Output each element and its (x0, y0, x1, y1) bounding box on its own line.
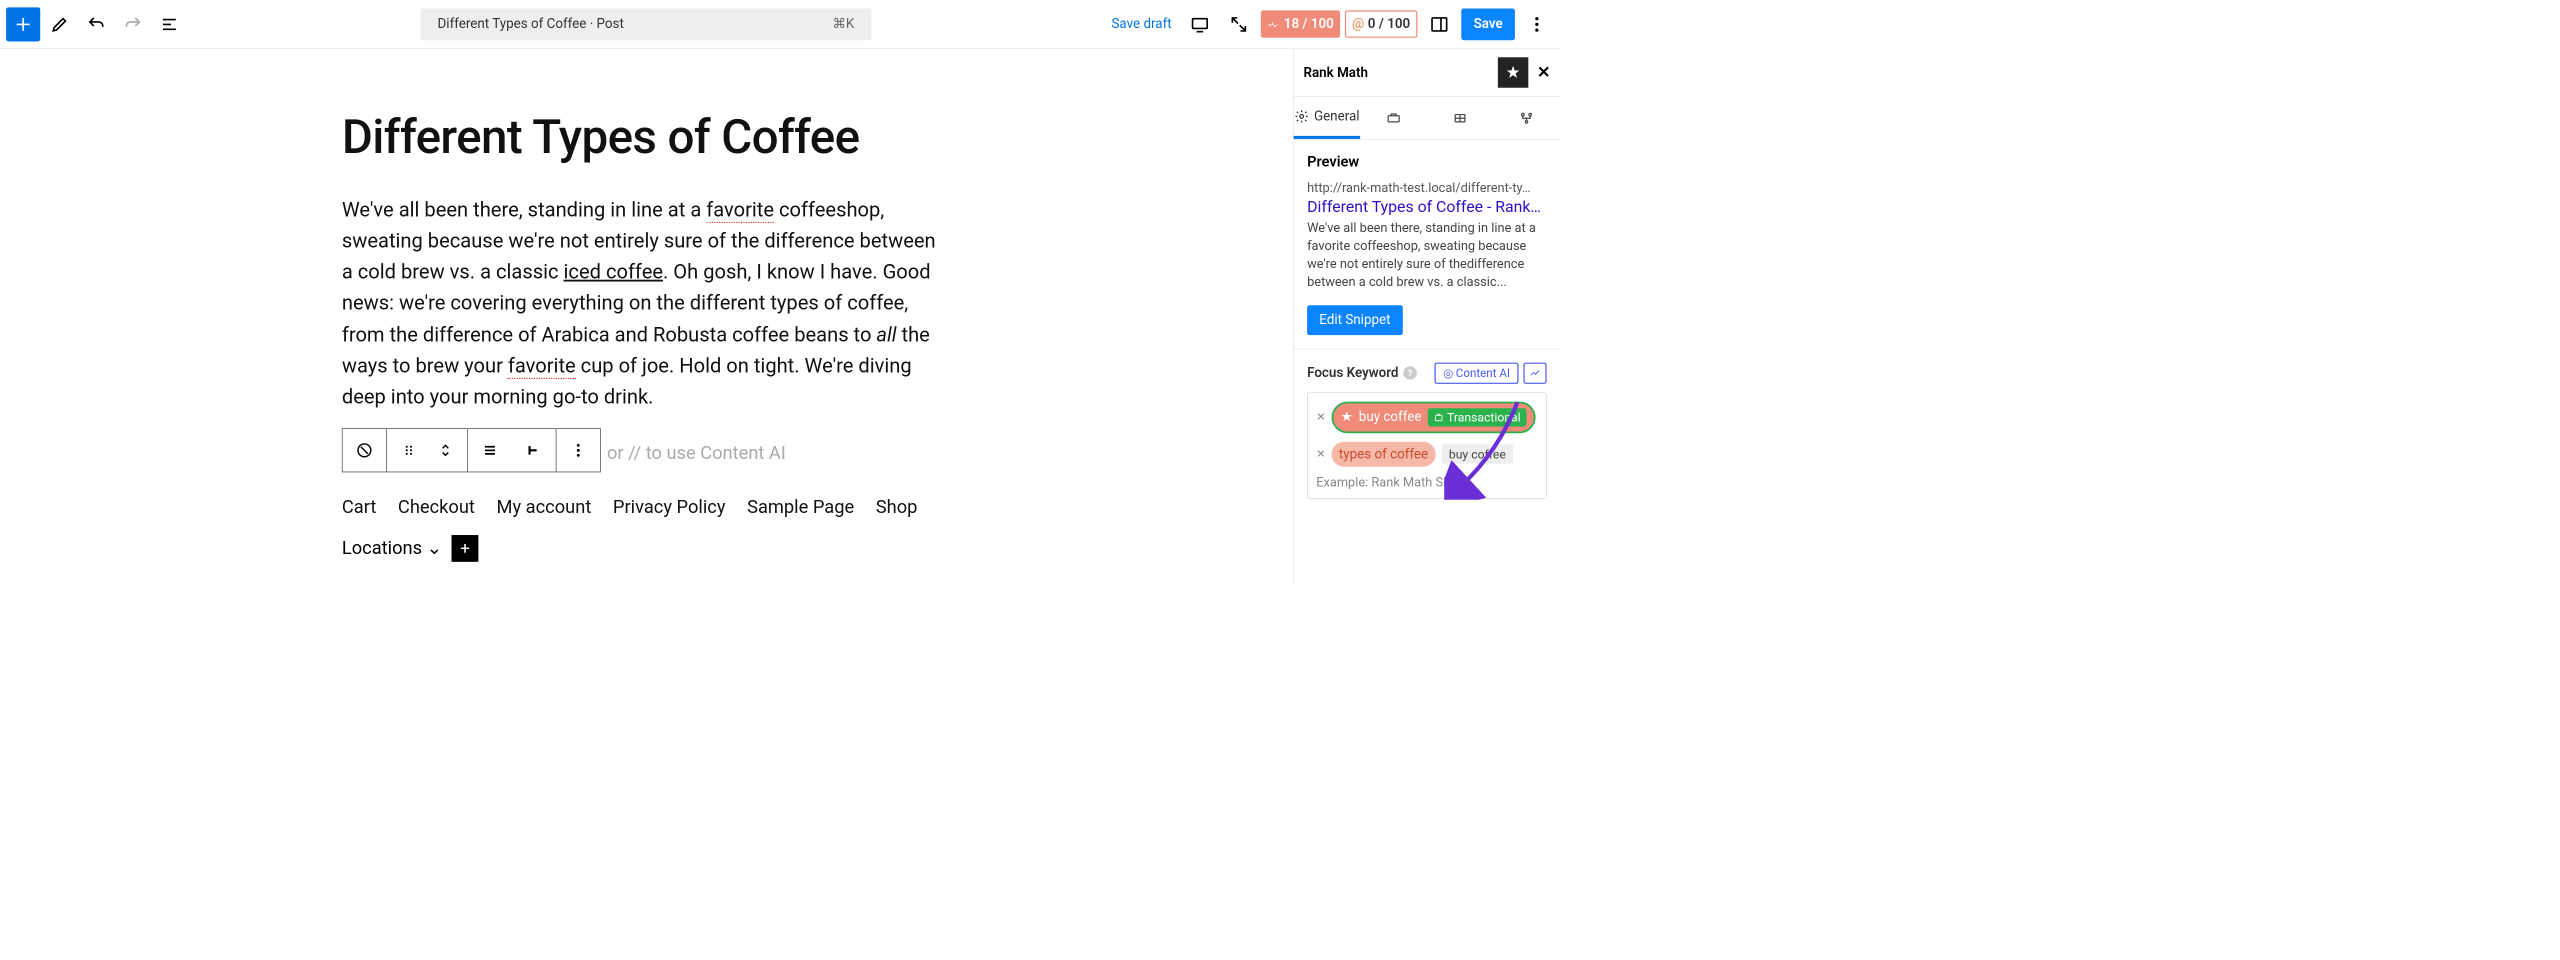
rank-math-sidebar: Rank Math ✕ General Preview http://rank-… (1293, 49, 1560, 585)
add-block-button[interactable] (6, 7, 40, 41)
help-icon[interactable]: ? (1403, 366, 1416, 379)
sidebar-header: Rank Math ✕ (1294, 49, 1560, 97)
link-text[interactable]: iced coffee (564, 260, 663, 284)
document-overview-button[interactable] (152, 7, 186, 41)
tab-general[interactable]: General (1294, 97, 1361, 139)
content-ai-score-badge[interactable]: @ 0 / 100 (1345, 10, 1418, 37)
page-link[interactable]: Privacy Policy (613, 497, 726, 518)
block-toolbar (342, 428, 601, 472)
document-title: Different Types of Coffee · Post (438, 16, 624, 31)
keyword-placeholder: Example: Rank Math SEO (1316, 475, 1537, 490)
preview-section: Preview http://rank-math-test.local/diff… (1294, 140, 1560, 349)
toolbar-left (6, 7, 186, 41)
locations-label[interactable]: Locations ⌄ (342, 538, 442, 559)
block-more-button[interactable] (556, 429, 600, 472)
page-link[interactable]: Cart (342, 497, 376, 518)
star-icon[interactable] (1498, 57, 1528, 87)
add-item-button[interactable]: + (452, 535, 479, 562)
remove-keyword-icon[interactable]: ✕ (1316, 411, 1325, 424)
post-paragraph[interactable]: We've all been there, standing in line a… (342, 194, 951, 412)
keyword-row: ✕ types of coffee buy coffee (1316, 442, 1537, 467)
preview-title: Preview (1307, 153, 1546, 170)
save-draft-button[interactable]: Save draft (1105, 16, 1177, 31)
redo-button[interactable] (116, 7, 150, 41)
spellcheck-word: favorite (706, 198, 774, 223)
star-icon: ★ (1341, 410, 1353, 425)
drag-handle[interactable] (387, 429, 424, 472)
view-button[interactable] (1183, 7, 1217, 41)
tab-social[interactable] (1493, 97, 1560, 139)
toolbar-center: Different Types of Coffee · Post ⌘K (186, 8, 1105, 40)
tab-general-label: General (1314, 109, 1360, 124)
seo-score-badge[interactable]: 18 / 100 (1261, 10, 1340, 37)
save-button[interactable]: Save (1461, 8, 1515, 40)
edit-button[interactable] (43, 7, 77, 41)
move-up-down-button[interactable] (424, 429, 468, 472)
block-type-button[interactable] (342, 429, 386, 472)
preview-url: http://rank-math-test.local/different-ty… (1307, 181, 1546, 196)
content-ai-button[interactable]: ◎Content AI (1435, 362, 1519, 383)
page-link[interactable]: Shop (876, 497, 918, 518)
post-title[interactable]: Different Types of Coffee (342, 110, 951, 165)
tab-advanced[interactable] (1360, 97, 1427, 139)
locations-row: Locations ⌄ + (342, 535, 951, 562)
at-icon: @ (1352, 16, 1364, 31)
top-toolbar: Different Types of Coffee · Post ⌘K Save… (0, 0, 1560, 49)
keyword-row: ✕ ★ buy coffee Transactional (1316, 401, 1537, 433)
settings-panel-toggle[interactable] (1422, 7, 1456, 41)
content-ai-hint: or // to use Content AI (607, 443, 786, 464)
spellcheck-word: favorite (508, 354, 576, 379)
focus-keyword-section: Focus Keyword ? ◎Content AI ✕ ★ buy coff… (1294, 349, 1560, 512)
remove-keyword-icon[interactable]: ✕ (1316, 448, 1325, 461)
content-ai-score-text: 0 / 100 (1368, 16, 1410, 31)
page-link[interactable]: Checkout (398, 497, 475, 518)
seo-score-text: 18 / 100 (1284, 16, 1334, 31)
sidebar-title: Rank Math (1303, 65, 1368, 80)
more-options-button[interactable] (1520, 7, 1554, 41)
ai-icon: ◎ (1443, 366, 1453, 380)
preview-seo-title: Different Types of Coffee - Rank… (1307, 198, 1546, 216)
document-title-bar[interactable]: Different Types of Coffee · Post ⌘K (420, 8, 871, 40)
keyword-hint: buy coffee (1442, 444, 1514, 464)
keyword-pill-primary[interactable]: ★ buy coffee Transactional (1332, 401, 1536, 433)
intent-badge: Transactional (1428, 408, 1527, 426)
page-link[interactable]: My account (497, 497, 592, 518)
justify-button[interactable] (512, 429, 556, 472)
italic-text: all (876, 323, 896, 347)
align-button[interactable] (468, 429, 512, 472)
focus-keyword-label: Focus Keyword ? (1307, 365, 1417, 380)
editor-main: Different Types of Coffee We've all been… (0, 49, 1293, 585)
page-link[interactable]: Sample Page (747, 497, 854, 518)
close-icon[interactable]: ✕ (1537, 63, 1550, 81)
keyword-pill-secondary[interactable]: types of coffee (1332, 442, 1436, 467)
tab-schema[interactable] (1427, 97, 1494, 139)
toolbar-right: Save draft 18 / 100 @ 0 / 100 Save (1105, 7, 1554, 41)
undo-button[interactable] (79, 7, 113, 41)
chevron-down-icon: ⌄ (427, 538, 442, 559)
preview-description: We've all been there, standing in line a… (1307, 220, 1546, 292)
sidebar-tabs: General (1294, 97, 1560, 140)
command-shortcut: ⌘K (833, 16, 855, 31)
page-links-block[interactable]: Cart Checkout My account Privacy Policy … (342, 497, 951, 518)
trends-button[interactable] (1523, 362, 1546, 383)
edit-snippet-button[interactable]: Edit Snippet (1307, 305, 1403, 335)
keyword-input-box[interactable]: ✕ ★ buy coffee Transactional ✕ types of … (1307, 392, 1546, 499)
fullscreen-button[interactable] (1222, 7, 1256, 41)
